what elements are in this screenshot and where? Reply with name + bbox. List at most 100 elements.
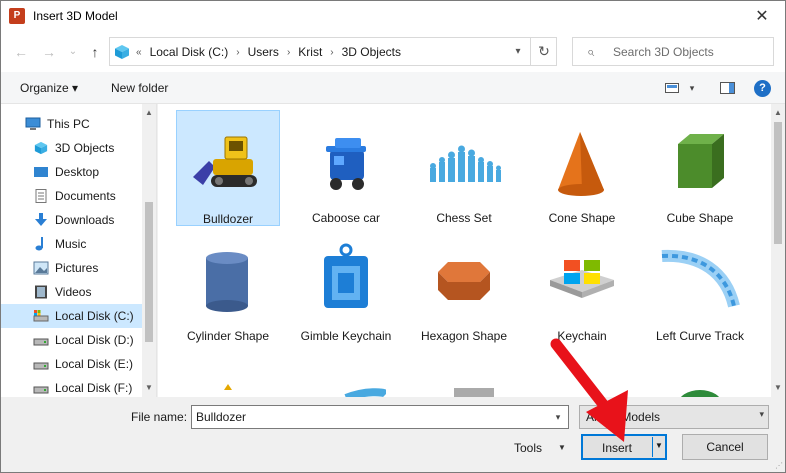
chevron-down-icon[interactable]: ▾ [550,408,566,426]
desktop-icon [34,167,48,177]
file-item-hexagon-shape[interactable]: Hexagon Shape [412,228,516,344]
file-name-value: Bulldozer [196,410,247,424]
file-item-gimble-keychain[interactable]: Gimble Keychain [294,228,398,344]
document-icon [35,189,47,203]
file-label: Hexagon Shape [420,329,508,343]
download-icon [35,213,47,226]
sidebar-item-local-disk-c[interactable]: Local Disk (C:) [1,304,142,328]
hexagon-shape-thumbnail [438,262,490,300]
refresh-button[interactable]: ↻ [530,38,557,65]
chevron-right-icon[interactable]: › [287,47,290,58]
file-label: Bulldozer [202,212,254,226]
file-list-scrollbar[interactable]: ▲ ▼ [771,104,785,397]
file-type-select[interactable]: All 3D Models ▾ [579,405,769,429]
dialog-footer: File name: Bulldozer ▾ All 3D Models ▾ T… [1,397,785,472]
search-input[interactable]: ⌕ Search 3D Objects [572,37,774,66]
sidebar-item-label: Desktop [55,165,100,179]
pictures-icon [33,261,49,275]
close-icon: ✕ [755,8,769,25]
file-item-cone-shape[interactable]: Cone Shape [530,110,634,226]
cube-shape-thumbnail [678,134,724,188]
navigation-pane: This PC 3D Objects Desktop Documents Dow… [1,104,157,397]
sidebar-item-label: 3D Objects [55,141,115,155]
scrollbar-thumb[interactable] [145,202,153,342]
file-label: Cylinder Shape [186,329,270,343]
file-label: Caboose car [311,211,381,225]
file-item-cube-shape[interactable]: Cube Shape [648,110,752,226]
file-type-value: All 3D Models [586,410,661,424]
sidebar-item-this-pc[interactable]: This PC [1,112,142,136]
breadcrumb-krist[interactable]: Krist [298,45,322,59]
file-item-partial[interactable] [412,376,516,397]
new-folder-button[interactable]: New folder [111,81,168,95]
scroll-up-icon[interactable]: ▲ [142,106,156,120]
file-list: Bulldozer Caboose car Chess Set Cone Sha… [158,104,785,397]
caboose-car-thumbnail [326,138,366,190]
sidebar-item-music[interactable]: Music [1,232,142,256]
back-button[interactable]: ← [11,42,31,62]
sidebar-item-label: Local Disk (C:) [55,309,134,323]
cone-shape-thumbnail [558,132,604,196]
address-bar[interactable]: « Local Disk (C:) › Users › Krist › 3D O… [109,37,557,66]
left-curve-track-thumbnail [661,249,740,308]
scroll-up-icon[interactable]: ▲ [771,106,785,120]
view-options-button[interactable] [663,78,681,98]
file-item-left-curve-track[interactable]: Left Curve Track [648,228,752,344]
file-item-chess-set[interactable]: Chess Set [412,110,516,226]
sidebar-item-local-disk-e[interactable]: Local Disk (E:) [1,352,142,376]
sidebar-item-videos[interactable]: Videos [1,280,142,304]
sidebar-item-pictures[interactable]: Pictures [1,256,142,280]
scroll-down-icon[interactable]: ▼ [771,381,785,395]
video-icon [35,285,47,299]
help-button[interactable]: ? [754,80,771,97]
preview-pane-button[interactable] [718,78,736,98]
breadcrumb-3d-objects[interactable]: 3D Objects [342,45,401,59]
insert-button[interactable]: Insert ▼ [581,434,667,460]
chevron-right-icon[interactable]: › [236,47,239,58]
file-item-bulldozer[interactable]: Bulldozer [176,110,280,226]
chevron-right-icon[interactable]: › [330,47,333,58]
breadcrumb-overflow-icon[interactable]: « [136,47,142,58]
file-item-partial[interactable] [294,376,398,397]
bulldozer-thumbnail [193,136,257,187]
resize-grip-icon[interactable]: ⋰ [775,461,783,470]
view-dropdown-button[interactable]: ▾ [685,78,699,98]
keychain-thumbnail [550,260,614,298]
drive-icon [33,338,49,346]
preview-pane-icon [719,82,735,94]
tools-menu-button[interactable]: Tools [514,441,542,455]
sidebar-item-local-disk-d[interactable]: Local Disk (D:) [1,328,142,352]
recent-locations-button[interactable]: ⌄ [63,42,83,62]
powerpoint-icon: P [9,8,25,24]
file-item-partial[interactable] [176,376,280,397]
search-icon: ⌕ [587,44,595,59]
forward-button[interactable]: → [39,42,59,62]
file-item-caboose-car[interactable]: Caboose car [294,110,398,226]
sidebar-item-label: Documents [55,189,116,203]
sidebar-item-documents[interactable]: Documents [1,184,142,208]
file-item-partial[interactable] [648,376,752,397]
close-button[interactable]: ✕ [739,1,785,32]
organize-menu-button[interactable]: Organize ▾ [20,81,78,95]
scroll-down-icon[interactable]: ▼ [142,381,156,395]
breadcrumb-local-disk-c[interactable]: Local Disk (C:) [150,45,229,59]
insert-dropdown-icon[interactable]: ▼ [655,441,663,450]
sidebar-item-desktop[interactable]: Desktop [1,160,142,184]
sidebar-item-3d-objects[interactable]: 3D Objects [1,136,142,160]
navigation-pane-scrollbar[interactable]: ▲ ▼ [142,104,156,397]
split-divider [652,437,653,457]
address-history-dropdown[interactable]: ▾ [508,42,528,62]
file-item-cylinder-shape[interactable]: Cylinder Shape [176,228,280,344]
file-name-input[interactable]: Bulldozer ▾ [191,405,569,429]
up-button[interactable]: ↑ [85,42,105,62]
sidebar-item-local-disk-f[interactable]: Local Disk (F:) [1,376,142,397]
cylinder-shape-thumbnail [206,252,248,312]
chevron-down-icon[interactable]: ▼ [558,443,566,452]
cancel-button[interactable]: Cancel [682,434,768,460]
drive-icon [33,310,49,322]
file-item-keychain[interactable]: Keychain [530,228,634,344]
scrollbar-thumb[interactable] [774,122,782,244]
breadcrumb-users[interactable]: Users [248,45,279,59]
cube-icon [34,141,48,155]
sidebar-item-downloads[interactable]: Downloads [1,208,142,232]
